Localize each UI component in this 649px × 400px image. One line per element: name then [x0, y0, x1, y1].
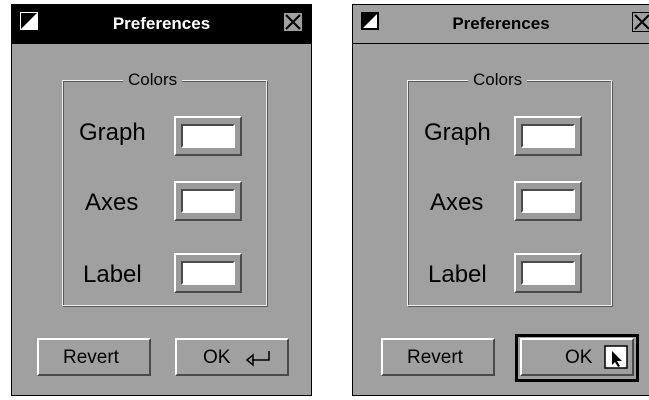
title-bar[interactable]: Preferences	[12, 5, 311, 44]
ok-button-label: OK	[203, 347, 231, 368]
axes-color-button[interactable]	[174, 181, 242, 221]
axes-label: Axes	[430, 189, 484, 216]
graph-color-button[interactable]	[514, 116, 582, 156]
group-title: Colors	[468, 70, 528, 90]
window-title: Preferences	[112, 14, 211, 33]
graph-label: Graph	[424, 119, 491, 146]
group-title: Colors	[123, 70, 183, 90]
graph-label: Graph	[79, 119, 146, 146]
label-label: Label	[428, 261, 487, 288]
close-icon[interactable]	[632, 12, 649, 32]
title-bar[interactable]: Preferences	[353, 5, 649, 44]
ok-button-label: OK	[565, 347, 593, 368]
label-color-button[interactable]	[514, 253, 582, 293]
preferences-window-inactive: Preferences Colors Graph Axes Label Reve…	[352, 4, 649, 396]
revert-button-label: Revert	[63, 347, 119, 368]
label-label: Label	[83, 261, 142, 288]
window-title: Preferences	[452, 14, 550, 33]
axes-label: Axes	[85, 189, 139, 216]
graph-color-button[interactable]	[174, 116, 242, 156]
revert-button[interactable]: Revert	[37, 338, 151, 376]
label-color-button[interactable]	[174, 253, 242, 293]
arrow-pointer-icon	[604, 345, 628, 369]
close-icon[interactable]	[283, 12, 303, 32]
axes-color-button[interactable]	[514, 181, 582, 221]
revert-button-label: Revert	[407, 347, 463, 368]
return-key-icon	[245, 351, 270, 367]
preferences-window-active: Preferences Colors Graph Axes Label Reve…	[11, 4, 312, 396]
ok-button[interactable]: OK	[175, 338, 289, 376]
revert-button[interactable]: Revert	[381, 338, 495, 376]
colors-group: Colors Graph Axes Label	[62, 70, 267, 306]
colors-group: Colors Graph Axes Label	[407, 70, 612, 306]
ok-button[interactable]: OK	[520, 338, 634, 376]
